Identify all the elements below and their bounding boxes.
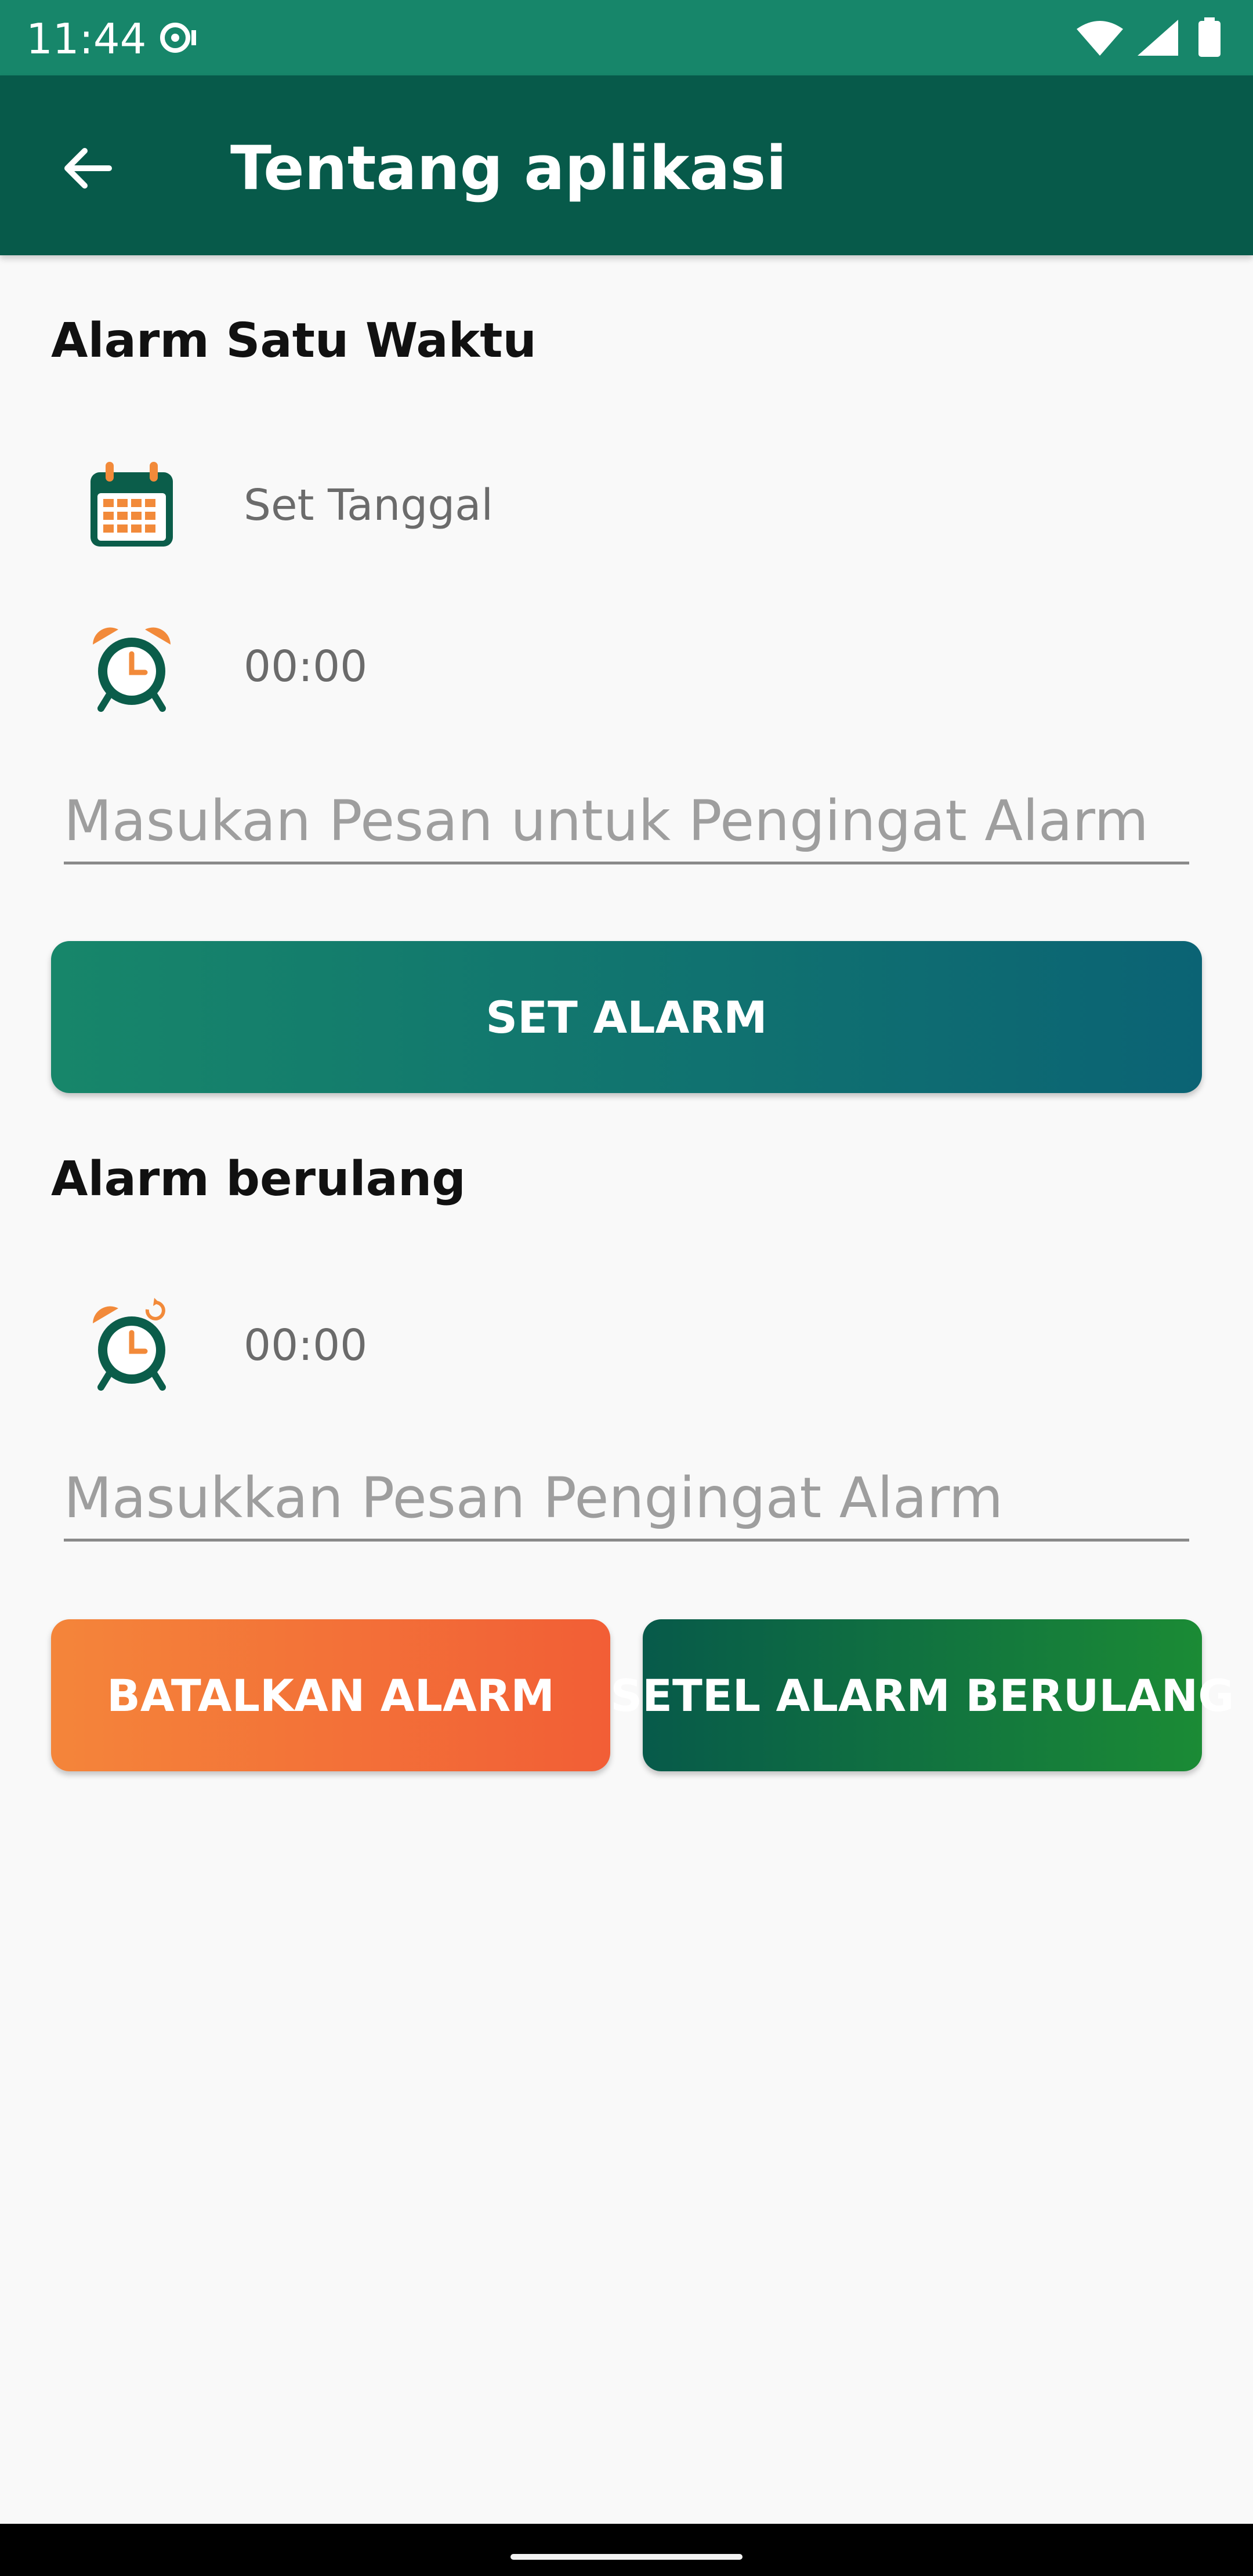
set-date-label[interactable]: Set Tanggal [244, 480, 493, 530]
app-bar: Tentang aplikasi [0, 75, 1253, 255]
set-alarm-button[interactable]: SET ALARM [51, 941, 1202, 1093]
status-time: 11:44 [26, 15, 147, 63]
status-icons [1074, 17, 1224, 58]
repeat-message-input[interactable] [64, 1457, 1189, 1542]
alarm-clock-icon[interactable] [82, 618, 181, 717]
alarm-repeat-icon[interactable] [82, 1297, 181, 1395]
battery-icon [1198, 17, 1221, 57]
calendar-icon[interactable] [82, 457, 181, 556]
arrow-left-icon[interactable] [58, 139, 116, 197]
navigation-bar [0, 2524, 1253, 2576]
time-label[interactable]: 00:00 [244, 642, 367, 692]
status-bar: 11:44 [0, 0, 1253, 75]
repeating-alarm-title: Alarm berulang [51, 1152, 466, 1207]
wifi-icon [1077, 21, 1124, 56]
one-time-alarm-title: Alarm Satu Waktu [51, 313, 537, 368]
alarm-message-input[interactable] [64, 780, 1189, 864]
signal-icon [1137, 20, 1178, 56]
cancel-alarm-button[interactable]: BATALKAN ALARM [51, 1619, 610, 1771]
media-icon [160, 23, 196, 53]
set-repeating-alarm-button[interactable]: SETEL ALARM BERULANG [610, 1619, 1234, 1771]
page-title: Tentang aplikasi [230, 133, 787, 204]
repeat-time-label[interactable]: 00:00 [244, 1320, 367, 1370]
home-handle[interactable] [510, 2554, 743, 2560]
